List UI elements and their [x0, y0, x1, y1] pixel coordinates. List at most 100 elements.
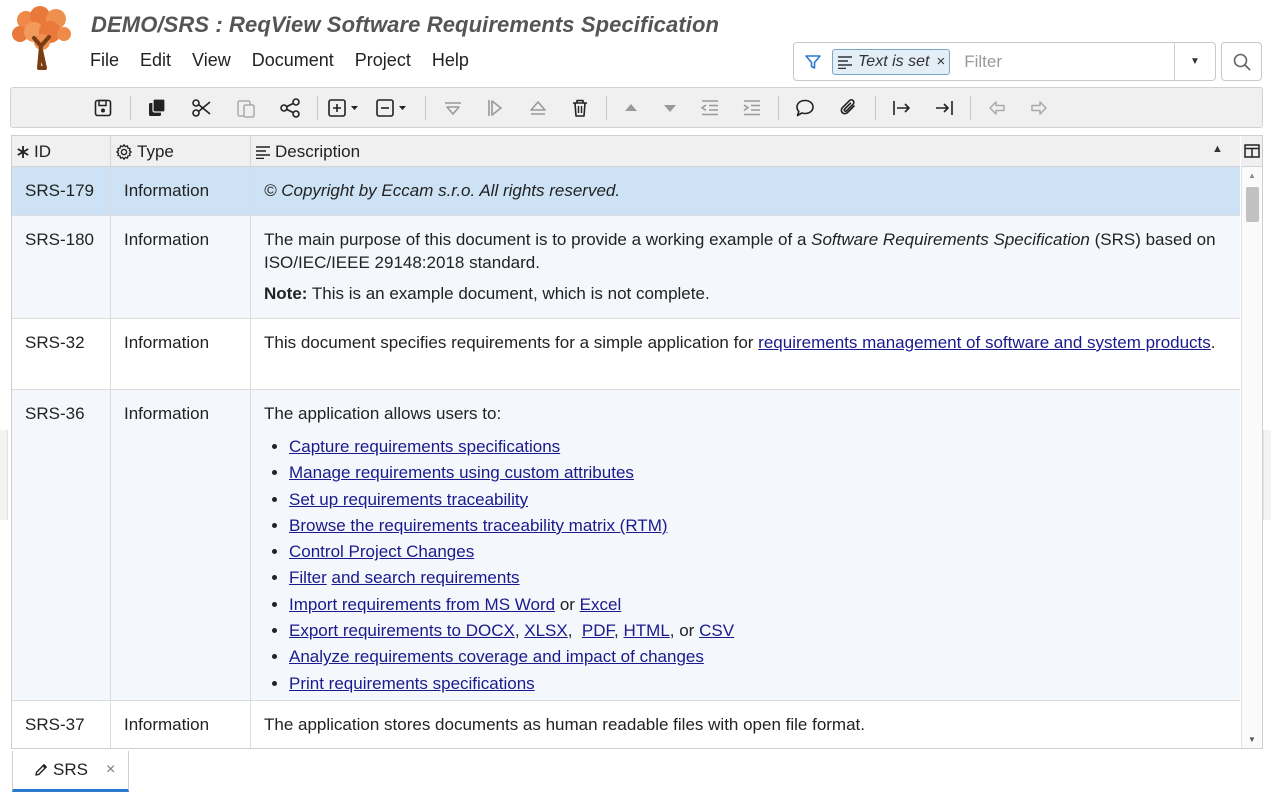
menu-file[interactable]: File	[90, 50, 119, 71]
play-icon[interactable]	[482, 96, 508, 120]
text-run: This document specifies requirements for…	[264, 333, 759, 352]
share-link-icon[interactable]	[277, 96, 303, 120]
filter-input[interactable]	[964, 51, 1165, 72]
cell-divider	[110, 216, 111, 318]
trace-out-icon[interactable]	[889, 96, 915, 120]
feature-link[interactable]: XLSX	[524, 621, 567, 640]
cell-divider	[250, 390, 251, 700]
cell-divider	[250, 701, 251, 748]
row-description[interactable]: © Copyright by Eccam s.r.o. All rights r…	[264, 167, 1240, 211]
move-down-icon[interactable]	[657, 96, 683, 120]
scrollbar-thumb[interactable]	[1246, 187, 1259, 222]
emphasis-text: Software Requirements Specification	[811, 230, 1090, 249]
column-header-id[interactable]: ID	[16, 136, 51, 167]
row-description[interactable]: The application allows users to: Capture…	[264, 390, 1240, 706]
rm-link[interactable]: requirements management of software and …	[758, 333, 1211, 352]
column-header-id-label: ID	[34, 141, 51, 161]
attachment-icon[interactable]	[836, 96, 862, 120]
reqview-window: DEMO/SRS : ReqView Software Requirements…	[0, 0, 1271, 795]
feature-link[interactable]: Set up requirements traceability	[289, 490, 528, 509]
menu-help[interactable]: Help	[432, 50, 469, 71]
vertical-scrollbar[interactable]: ▲ ▼	[1241, 167, 1262, 748]
trace-end-icon[interactable]	[931, 96, 957, 120]
text-run: ,	[567, 621, 582, 641]
column-divider[interactable]	[250, 136, 251, 167]
purpose-paragraph: The main purpose of this document is to …	[264, 228, 1226, 274]
forward-icon[interactable]	[1026, 96, 1052, 120]
cell-divider	[250, 167, 251, 215]
list-item: Analyze requirements coverage and impact…	[289, 644, 1226, 670]
table-row[interactable]: SRS-37 Information The application store…	[12, 701, 1240, 748]
feature-link[interactable]: and search requirements	[332, 568, 520, 587]
feature-link[interactable]: PDF	[582, 621, 614, 640]
trash-icon[interactable]	[567, 96, 593, 120]
feature-link[interactable]: Filter	[289, 568, 327, 587]
row-description[interactable]: This document specifies requirements for…	[264, 319, 1240, 363]
comment-icon[interactable]	[792, 96, 818, 120]
chip-close-icon[interactable]: ×	[936, 53, 945, 70]
collapse-icon[interactable]	[375, 96, 411, 120]
scroll-up-icon[interactable]: ▲	[1248, 171, 1256, 180]
feature-link[interactable]: Export requirements to DOCX	[289, 621, 515, 640]
list-item: Set up requirements traceability	[289, 487, 1226, 513]
outdent-icon[interactable]	[697, 96, 723, 120]
table-row[interactable]: SRS-36 Information The application allow…	[12, 390, 1240, 701]
feature-link[interactable]: Print requirements specifications	[289, 674, 535, 693]
feature-link[interactable]: Excel	[580, 595, 622, 614]
table-row[interactable]: SRS-180 Information The main purpose of …	[12, 216, 1240, 319]
tab-srs[interactable]: SRS ×	[12, 751, 129, 792]
filter-down-icon[interactable]	[440, 96, 466, 120]
row-type: Information	[124, 715, 210, 734]
column-layout-button[interactable]	[1241, 136, 1262, 167]
features-intro: The application allows users to:	[264, 404, 502, 423]
feature-link[interactable]: Control Project Changes	[289, 542, 474, 561]
scroll-down-icon[interactable]: ▼	[1248, 735, 1256, 744]
text-lines-icon	[256, 145, 270, 159]
indent-icon[interactable]	[739, 96, 765, 120]
eject-icon[interactable]	[525, 96, 551, 120]
toolbar	[10, 87, 1263, 128]
column-header-type[interactable]: Type	[115, 136, 174, 167]
left-panel-handle[interactable]	[0, 430, 8, 520]
row-description[interactable]: The main purpose of this document is to …	[264, 216, 1240, 314]
column-header-description[interactable]: Description	[255, 136, 360, 167]
feature-link[interactable]: Manage requirements using custom attribu…	[289, 463, 634, 482]
feature-link[interactable]: Analyze requirements coverage and impact…	[289, 647, 704, 666]
insert-icon[interactable]	[327, 96, 363, 120]
save-icon[interactable]	[90, 96, 116, 120]
feature-link[interactable]: Capture requirements specifications	[289, 437, 560, 456]
copy-icon[interactable]	[144, 96, 170, 120]
column-header-description-label: Description	[275, 141, 361, 161]
move-up-icon[interactable]	[618, 96, 644, 120]
feature-link[interactable]: HTML	[624, 621, 670, 640]
row-description[interactable]: The application stores documents as huma…	[264, 701, 1240, 745]
caret-down-icon: ▼	[1190, 56, 1200, 67]
sort-ascending-icon[interactable]: ▲	[1212, 143, 1223, 155]
filter-chip[interactable]: Text is set ×	[832, 48, 951, 75]
tab-close-icon[interactable]: ×	[106, 761, 115, 779]
right-panel-handle[interactable]	[1263, 430, 1271, 520]
list-item: Print requirements specifications	[289, 671, 1226, 697]
text-run: , or	[669, 621, 700, 641]
table-row[interactable]: SRS-179 Information © Copyright by Eccam…	[12, 167, 1240, 216]
feature-link[interactable]: Browse the requirements traceability mat…	[289, 516, 668, 535]
search-button[interactable]	[1221, 42, 1262, 81]
column-divider[interactable]	[110, 136, 111, 167]
row-id: SRS-37	[25, 715, 85, 734]
menu-document[interactable]: Document	[252, 50, 334, 71]
toolbar-divider	[606, 96, 607, 120]
feature-link[interactable]: CSV	[699, 621, 734, 640]
cell-divider	[110, 319, 111, 389]
paste-icon[interactable]	[233, 96, 259, 120]
back-icon[interactable]	[984, 96, 1010, 120]
filter-dropdown-button[interactable]: ▼	[1174, 43, 1215, 80]
menu-view[interactable]: View	[192, 50, 231, 71]
menu-edit[interactable]: Edit	[140, 50, 171, 71]
gear-icon	[116, 143, 132, 160]
menu-project[interactable]: Project	[355, 50, 411, 71]
feature-link[interactable]: Import requirements from MS Word	[289, 595, 555, 614]
table-row[interactable]: SRS-32 Information This document specifi…	[12, 319, 1240, 390]
funnel-icon[interactable]	[794, 43, 832, 80]
text-run: ,	[514, 621, 525, 641]
cut-icon[interactable]	[189, 96, 215, 120]
